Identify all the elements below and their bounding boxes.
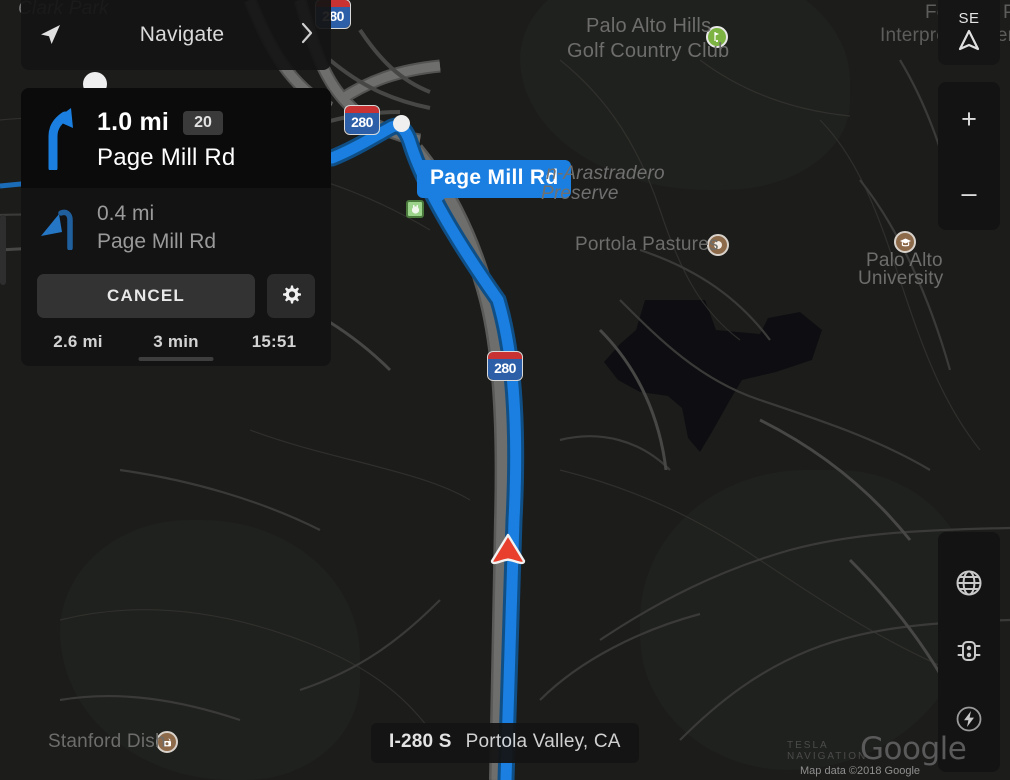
- satellite-toggle-button[interactable]: [947, 562, 991, 606]
- shield-i280-ramp: 280: [344, 105, 380, 135]
- university-icon[interactable]: [894, 231, 916, 253]
- turn-slight-right-icon: [37, 106, 85, 173]
- brand-line-1: TESLA: [787, 740, 829, 751]
- tesla-navigation-screen: Page Mill Rd 280 280 280 Palo Alto Hills…: [0, 0, 1010, 780]
- globe-icon: [954, 568, 984, 601]
- speed-limit-badge: 20: [183, 110, 223, 135]
- maneuver-text: 1.0 mi 20 Page Mill Rd: [97, 106, 235, 172]
- trip-distance: 2.6 mi: [53, 332, 103, 351]
- panel-drag-handle[interactable]: [138, 357, 214, 361]
- tesla-navigation-brand: TESLA NAVIGATION: [787, 740, 867, 762]
- current-maneuver-card[interactable]: 1.0 mi 20 Page Mill Rd: [21, 88, 331, 188]
- map-edge-handle[interactable]: [0, 215, 6, 285]
- turn-left-icon: [37, 202, 85, 251]
- trip-summary-bar: 2.6 mi 3 min 15:51: [21, 326, 331, 366]
- maneuver-distance: 1.0 mi: [97, 108, 170, 136]
- map-copyright: Map data ©2018 Google: [800, 765, 921, 777]
- zoom-out-button[interactable]: –: [938, 156, 1000, 230]
- next-maneuver-card[interactable]: 0.4 mi Page Mill Rd: [21, 188, 331, 264]
- current-city-name: Portola Valley, CA: [465, 731, 621, 752]
- cancel-route-button[interactable]: CANCEL: [37, 274, 255, 318]
- next-maneuver-street: Page Mill Rd: [97, 230, 217, 253]
- maneuver-street: Page Mill Rd: [97, 144, 236, 171]
- navigation-panel: Navigate 1.0 mi 20 Page Mill Rd 0.4 mi P…: [21, 0, 331, 366]
- maneuver-distance-row: 1.0 mi 20: [97, 108, 235, 137]
- zoom-in-button[interactable]: +: [938, 82, 1000, 156]
- stanford-dish-viewpoint-icon[interactable]: [156, 731, 178, 753]
- portola-pastures-icon[interactable]: [707, 234, 729, 256]
- traffic-toggle-button[interactable]: [947, 630, 991, 674]
- vehicle-position-marker: [489, 533, 527, 567]
- trip-arrival-time: 15:51: [251, 332, 297, 351]
- brand-line-2: NAVIGATION: [787, 751, 868, 762]
- gear-icon: [280, 284, 302, 309]
- compass-heading-button[interactable]: SE: [938, 0, 1000, 65]
- next-maneuver-text: 0.4 mi Page Mill Rd: [97, 202, 216, 254]
- shield-outline: [487, 351, 523, 381]
- route-road-callout: Page Mill Rd: [417, 160, 572, 207]
- park-marker-icon[interactable]: [406, 200, 424, 218]
- shield-i280-mid: 280: [487, 351, 523, 381]
- next-maneuver-distance: 0.4 mi: [97, 202, 155, 225]
- google-logo: Google: [860, 731, 967, 767]
- current-road-name: I-280 S: [389, 731, 452, 752]
- route-waypoint-marker: [393, 115, 410, 132]
- navigation-settings-button[interactable]: [267, 274, 315, 318]
- current-road-banner: I-280 S Portola Valley, CA: [371, 723, 639, 763]
- map-zoom-controls: + –: [938, 82, 1000, 230]
- compass-needle-icon: [956, 28, 982, 55]
- shield-outline: [344, 105, 380, 135]
- navigation-arrow-icon: [37, 22, 63, 48]
- chevron-right-icon: [301, 22, 315, 49]
- navigation-actions: CANCEL: [21, 264, 331, 326]
- golf-course-icon[interactable]: [706, 26, 728, 48]
- navigate-title: Navigate: [139, 23, 225, 46]
- traffic-light-icon: [954, 636, 984, 669]
- navigate-header-bar[interactable]: Navigate: [21, 0, 331, 70]
- compass-heading-label: SE: [958, 10, 980, 27]
- trip-duration: 3 min: [153, 332, 199, 351]
